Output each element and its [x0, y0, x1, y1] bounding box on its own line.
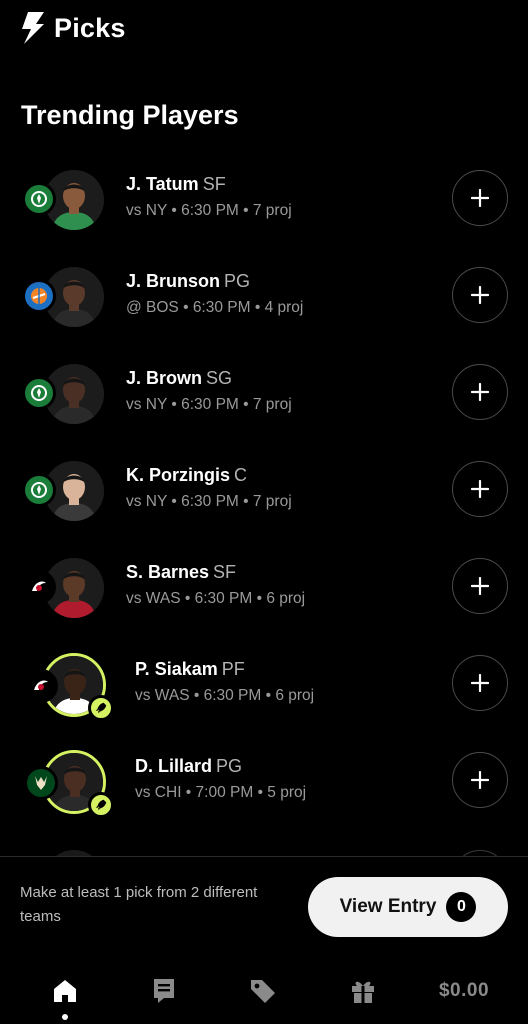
player-row: P. Siakam PF vs WAS • 6:30 PM • 6 proj — [0, 633, 528, 730]
plus-icon — [471, 189, 489, 207]
gift-icon — [352, 981, 374, 1003]
team-logo-icon — [24, 669, 58, 703]
plus-icon — [471, 771, 489, 789]
team-logo-icon — [24, 766, 58, 800]
game-meta: vs CHI • 7:00 PM • 5 proj — [135, 784, 307, 801]
tab-entries[interactable] — [139, 969, 189, 1013]
wallet-balance: $0.00 — [438, 980, 490, 1001]
page-title: Picks — [54, 12, 126, 43]
add-pick-button[interactable] — [452, 267, 508, 323]
add-pick-button[interactable] — [452, 655, 508, 711]
player-name-line: S. Barnes SF — [126, 562, 305, 583]
player-position: SF — [202, 174, 226, 194]
rocket-icon — [88, 792, 114, 818]
player-row: K. Porzingis C vs NY • 6:30 PM • 7 proj — [0, 439, 528, 536]
add-pick-button[interactable] — [452, 752, 508, 808]
player-name: K. Porzingis — [126, 465, 231, 485]
plus-icon — [471, 674, 489, 692]
tab-promos[interactable] — [238, 969, 288, 1013]
header: Picks — [20, 10, 126, 46]
player-avatar-group[interactable] — [24, 653, 114, 725]
player-info[interactable]: K. Porzingis C vs NY • 6:30 PM • 7 proj — [126, 465, 292, 511]
add-pick-button[interactable] — [452, 364, 508, 420]
entry-count-badge: 0 — [446, 892, 477, 922]
plus-icon — [471, 480, 489, 498]
player-name-line: P. Siakam PF — [135, 659, 314, 680]
tag-icon — [251, 980, 275, 1003]
game-meta: vs WAS • 6:30 PM • 6 proj — [126, 590, 306, 607]
player-position: SG — [206, 368, 233, 388]
player-name: J. Brunson — [126, 271, 221, 291]
active-tab-indicator — [62, 1014, 68, 1020]
receipt-icon — [154, 979, 174, 1003]
team-logo-icon — [22, 279, 56, 313]
tab-rewards[interactable] — [338, 969, 388, 1013]
player-name-line: J. Brown SG — [126, 368, 292, 389]
add-pick-button[interactable] — [452, 170, 508, 226]
player-info[interactable]: J. Brunson PG @ BOS • 6:30 PM • 4 proj — [126, 271, 303, 317]
add-pick-button[interactable] — [452, 558, 508, 614]
game-meta: vs NY • 6:30 PM • 7 proj — [126, 493, 292, 510]
player-list: J. Tatum SF vs NY • 6:30 PM • 7 proj J. B… — [0, 148, 528, 827]
player-position: C — [234, 465, 248, 485]
player-name: D. Lillard — [135, 756, 213, 776]
player-name: J. Tatum — [126, 174, 199, 194]
team-logo-icon — [22, 182, 56, 216]
player-position: PG — [216, 756, 243, 776]
player-row: J. Brown SG vs NY • 6:30 PM • 7 proj — [0, 342, 528, 439]
plus-icon — [471, 577, 489, 595]
bolt-icon — [22, 12, 44, 44]
game-meta: @ BOS • 6:30 PM • 4 proj — [126, 299, 304, 316]
team-logo-icon — [22, 473, 56, 507]
player-avatar-group[interactable] — [22, 558, 104, 620]
player-avatar-group[interactable] — [22, 267, 104, 329]
player-row: S. Barnes SF vs WAS • 6:30 PM • 6 proj — [0, 536, 528, 633]
app-screen: Picks Trending Players J. Tatum SF vs NY … — [0, 0, 528, 1024]
team-logo-icon — [22, 570, 56, 604]
player-info[interactable]: S. Barnes SF vs WAS • 6:30 PM • 6 proj — [126, 562, 305, 608]
game-meta: vs WAS • 6:30 PM • 6 proj — [135, 687, 315, 704]
plus-icon — [471, 286, 489, 304]
player-avatar-group[interactable] — [24, 750, 114, 822]
player-name-line: J. Tatum SF — [126, 174, 292, 195]
player-name: J. Brown — [126, 368, 203, 388]
view-entry-button[interactable]: View Entry 0 — [308, 877, 508, 937]
player-name: P. Siakam — [135, 659, 218, 679]
player-position: SF — [213, 562, 237, 582]
tab-bar: $0.00 — [0, 961, 528, 1024]
section-title: Trending Players — [21, 100, 239, 130]
plus-icon — [471, 383, 489, 401]
player-name-line: K. Porzingis C — [126, 465, 292, 486]
rocket-icon — [88, 695, 114, 721]
player-row: D. Lillard PG vs CHI • 7:00 PM • 5 proj — [0, 730, 528, 827]
player-name: S. Barnes — [126, 562, 210, 582]
pick-requirement-hint: Make at least 1 pick from 2 different te… — [20, 884, 258, 925]
player-position: PG — [224, 271, 251, 291]
player-info[interactable]: P. Siakam PF vs WAS • 6:30 PM • 6 proj — [135, 659, 314, 705]
player-position: PF — [221, 659, 245, 679]
tab-home[interactable] — [40, 969, 90, 1013]
team-logo-icon — [22, 376, 56, 410]
entry-footer: Make at least 1 pick from 2 different te… — [0, 856, 528, 1024]
player-info[interactable]: D. Lillard PG vs CHI • 7:00 PM • 5 proj — [135, 756, 306, 802]
view-entry-label: View Entry — [339, 896, 437, 917]
player-avatar-group[interactable] — [22, 170, 104, 232]
player-info[interactable]: J. Tatum SF vs NY • 6:30 PM • 7 proj — [126, 174, 292, 220]
player-avatar-group[interactable] — [22, 461, 104, 523]
add-pick-button[interactable] — [452, 461, 508, 517]
player-row: J. Tatum SF vs NY • 6:30 PM • 7 proj — [0, 148, 528, 245]
player-name-line: D. Lillard PG — [135, 756, 306, 777]
tab-wallet[interactable]: $0.00 — [430, 969, 498, 1013]
player-row: J. Brunson PG @ BOS • 6:30 PM • 4 proj — [0, 245, 528, 342]
game-meta: vs NY • 6:30 PM • 7 proj — [126, 202, 292, 219]
player-avatar-group[interactable] — [22, 364, 104, 426]
game-meta: vs NY • 6:30 PM • 7 proj — [126, 396, 292, 413]
home-icon — [54, 980, 76, 1002]
player-name-line: J. Brunson PG — [126, 271, 303, 292]
player-info[interactable]: J. Brown SG vs NY • 6:30 PM • 7 proj — [126, 368, 292, 414]
